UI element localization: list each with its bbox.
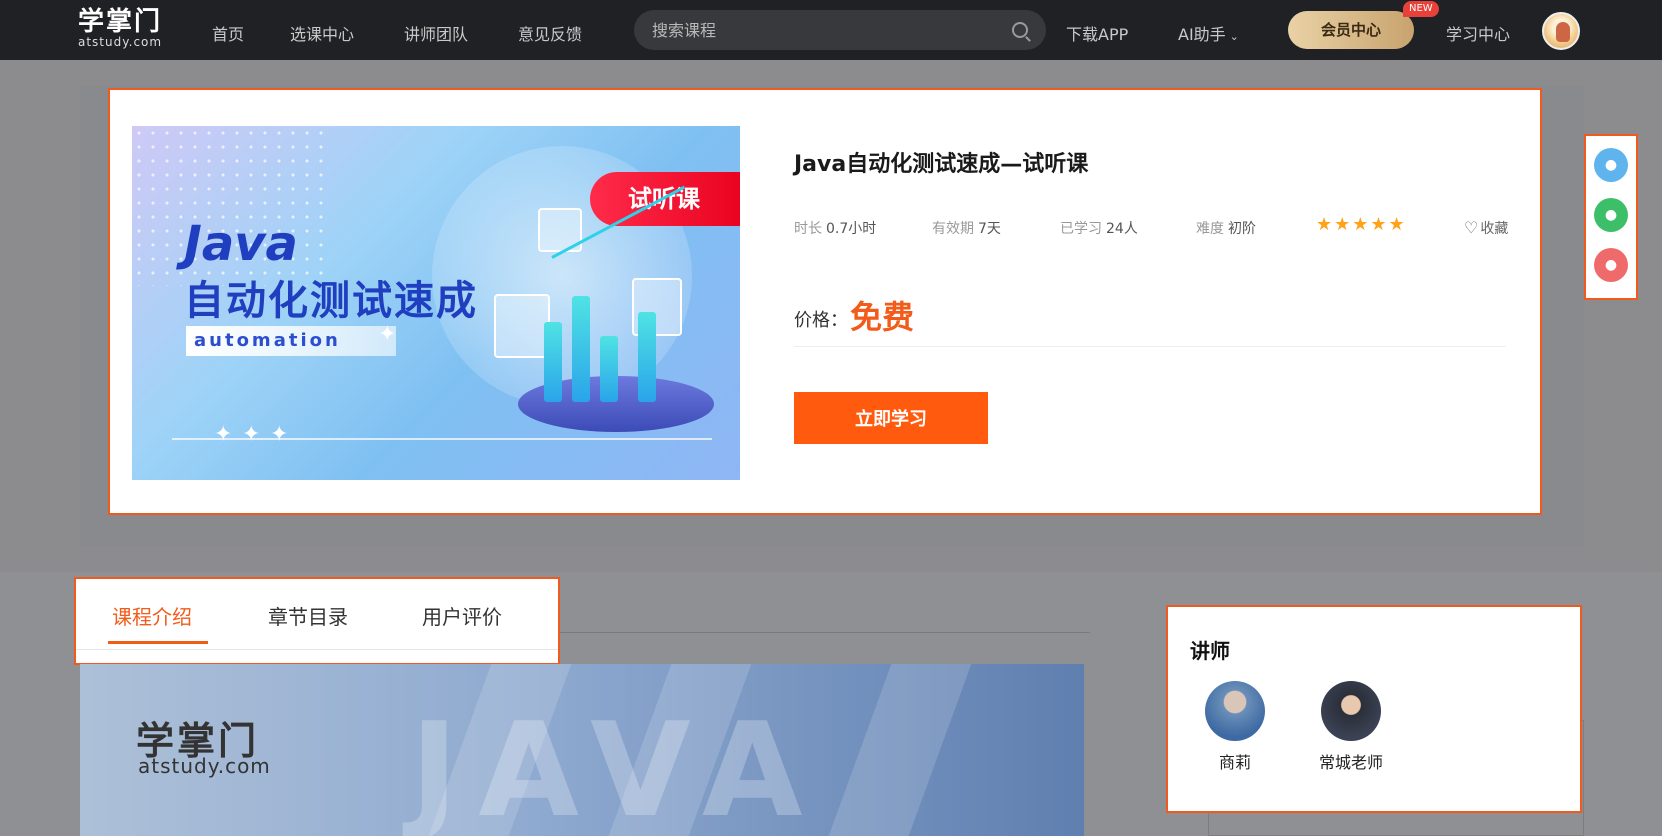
vip-center-button[interactable]: 会员中心 <box>1288 11 1414 49</box>
banner-title-line2: 自动化测试速成 <box>184 278 478 324</box>
banner-subtitle: automation <box>186 326 396 356</box>
intro-logo-sub: atstudy.com <box>138 754 271 778</box>
tab-chapter-list[interactable]: 章节目录 <box>268 601 348 630</box>
sparkle-icon: ✦ <box>242 422 261 447</box>
user-avatar[interactable] <box>1542 12 1580 50</box>
weibo-icon[interactable]: ● <box>1594 248 1628 282</box>
favorite-button[interactable]: ♡ 收藏 <box>1464 218 1508 238</box>
nav-teacher-team[interactable]: 讲师团队 <box>404 21 468 45</box>
teacher-heading: 讲师 <box>1190 639 1230 663</box>
banner-title-line1: Java <box>184 216 298 272</box>
banner-bar-2 <box>572 296 590 402</box>
nav-feedback[interactable]: 意见反馈 <box>518 21 582 45</box>
price-label: 价格： <box>794 310 848 331</box>
meta-learners-label: 已学习 <box>1060 221 1102 237</box>
study-center-link[interactable]: 学习中心 <box>1446 21 1510 45</box>
teacher-name: 常城老师 <box>1318 753 1383 772</box>
ai-helper-label: AI助手 <box>1178 25 1226 44</box>
new-badge: NEW <box>1403 1 1439 17</box>
course-intro-image: JAVA 学掌门 atstudy.com <box>80 664 1084 836</box>
banner-screen-2 <box>494 294 550 358</box>
meta-learners-value: 24人 <box>1106 221 1138 237</box>
intro-big-text: JAVA <box>410 694 823 836</box>
meta-duration-label: 时长 <box>794 221 822 237</box>
meta-validity-label: 有效期 <box>932 221 974 237</box>
wechat-icon[interactable]: ● <box>1594 198 1628 232</box>
meta-learners: 已学习 24人 <box>1060 218 1138 238</box>
qq-icon[interactable]: ● <box>1594 148 1628 182</box>
logo-sub-text: atstudy.com <box>78 35 163 49</box>
rating-stars: ★★★★★ <box>1316 214 1407 235</box>
banner-bar-1 <box>544 322 562 402</box>
teacher-name: 商莉 <box>1218 753 1251 772</box>
sparkle-icon: ✦ <box>270 422 289 447</box>
price-divider <box>794 346 1506 347</box>
course-info-card: Java 自动化测试速成 automation 试听课 ✦ ✦ ✦ ✦ Java… <box>108 88 1542 515</box>
download-app-link[interactable]: 下载APP <box>1066 21 1128 45</box>
heart-icon: ♡ <box>1464 218 1479 237</box>
top-header: 学掌门 atstudy.com 首页 选课中心 讲师团队 意见反馈 下载APP … <box>0 0 1662 60</box>
nav-course-center[interactable]: 选课中心 <box>290 21 354 45</box>
search-box <box>634 10 1046 50</box>
tab-user-reviews[interactable]: 用户评价 <box>422 601 502 630</box>
teacher-card[interactable]: 商莉 <box>1190 681 1280 773</box>
sparkle-icon: ✦ <box>214 422 233 447</box>
course-banner: Java 自动化测试速成 automation 试听课 ✦ ✦ ✦ ✦ <box>132 126 740 480</box>
course-tabs: 课程介绍 章节目录 用户评价 <box>74 577 560 665</box>
logo-main-text: 学掌门 <box>78 7 163 37</box>
search-input[interactable] <box>652 10 992 50</box>
banner-bar-4 <box>638 312 656 402</box>
course-title: Java自动化测试速成—试听课 <box>794 152 1089 177</box>
meta-difficulty-value: 初阶 <box>1228 221 1256 237</box>
start-study-button[interactable]: 立即学习 <box>794 392 988 444</box>
meta-validity: 有效期 7天 <box>932 218 1001 238</box>
nav-home[interactable]: 首页 <box>212 21 244 45</box>
banner-bar-3 <box>600 336 618 402</box>
ai-helper-menu[interactable]: AI助手 ⌄ <box>1178 21 1239 45</box>
sparkle-icon: ✦ <box>378 322 397 347</box>
favorite-label: 收藏 <box>1480 221 1509 237</box>
meta-difficulty: 难度 初阶 <box>1196 218 1256 238</box>
meta-duration: 时长 0.7小时 <box>794 218 876 238</box>
meta-validity-value: 7天 <box>978 221 1001 237</box>
intro-stripe <box>828 664 972 836</box>
chevron-down-icon: ⌄ <box>1229 30 1239 43</box>
site-logo[interactable]: 学掌门 atstudy.com <box>78 8 162 48</box>
teacher-avatar <box>1321 681 1381 741</box>
search-icon[interactable] <box>1012 22 1028 38</box>
tab-course-intro[interactable]: 课程介绍 <box>112 601 192 630</box>
teacher-panel: 讲师 商莉 常城老师 <box>1166 605 1582 813</box>
tabs-baseline <box>76 649 558 650</box>
meta-difficulty-label: 难度 <box>1196 221 1224 237</box>
price-value: 免费 <box>850 298 915 336</box>
teacher-avatar <box>1205 681 1265 741</box>
active-tab-indicator <box>108 641 208 644</box>
meta-duration-value: 0.7小时 <box>826 221 877 237</box>
share-sidebar: ● ● ● <box>1584 134 1638 300</box>
teacher-card[interactable]: 常城老师 <box>1306 681 1396 773</box>
